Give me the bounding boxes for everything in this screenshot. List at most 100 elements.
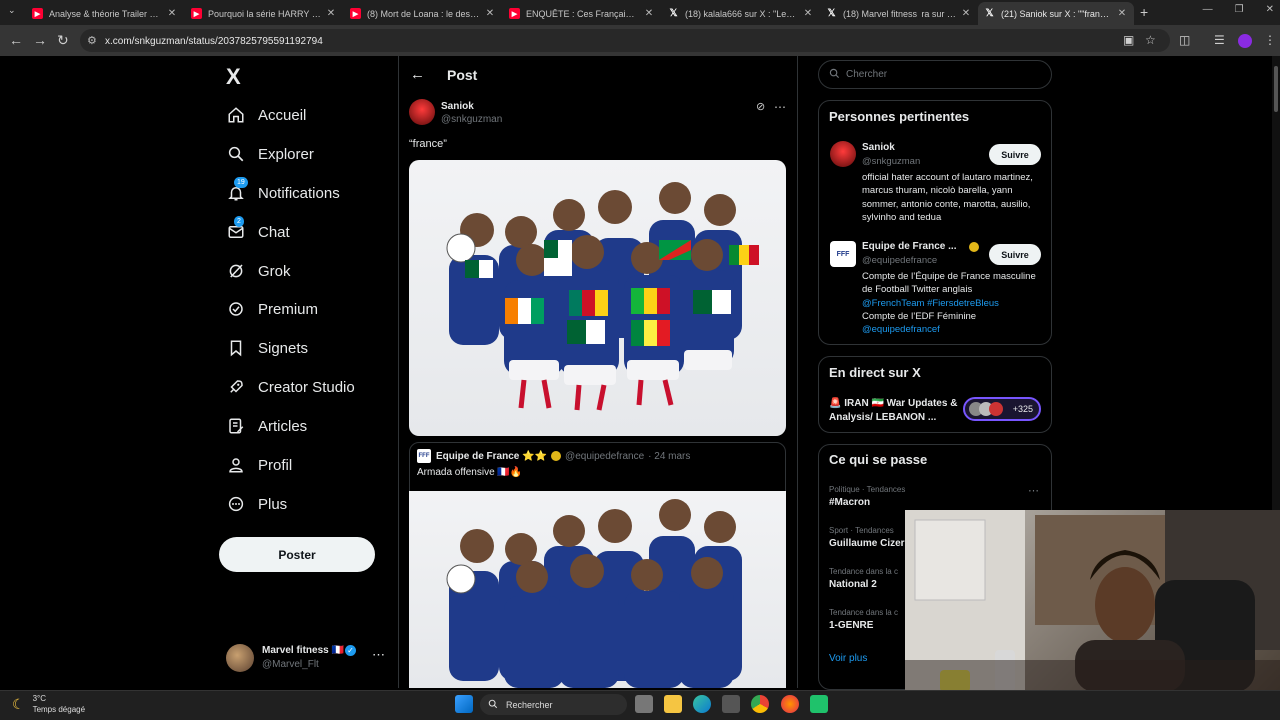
firefox-icon[interactable] [781,695,799,713]
more-dots-icon[interactable]: ⋯ [774,100,786,114]
trend-name[interactable]: #Macron [829,497,870,508]
file-explorer-icon[interactable] [664,695,682,713]
nav-label: Creator Studio [258,378,355,396]
nav-item-articles[interactable]: Articles [226,412,307,440]
menu-icon[interactable]: ⋮ [1264,33,1276,47]
nav-item-chat[interactable]: 2 Chat [226,216,290,246]
nav-item-explore[interactable]: Explorer [226,140,314,168]
nav-label: Articles [258,417,308,435]
close-window-icon[interactable]: ✕ [1266,4,1274,15]
post-text: “france” [409,138,447,150]
forward-arrow-icon[interactable]: → [33,32,47,48]
nav-item-profile[interactable]: Profil [226,451,292,479]
trend-name[interactable]: National 2 [829,579,877,590]
more-circle-icon [226,494,246,514]
weather-widget[interactable]: ☾ 3°C Temps dégagé [12,693,85,715]
browser-tab[interactable]: ▶ ENQUÊTE : Ces Français prêts à ✕ [503,2,661,25]
x-logo-icon: 𝕏 [669,8,678,19]
extensions-icon[interactable]: ◫ [1179,33,1190,47]
minimize-icon[interactable]: — [1203,4,1213,15]
more-dots-icon[interactable]: ⋯ [372,647,385,663]
tab-title: ENQUÊTE : Ces Français prêts à [526,8,639,19]
close-icon[interactable]: ✕ [166,8,178,19]
youtube-icon: ▶ [509,8,520,19]
back-arrow-icon[interactable]: ← [9,32,23,48]
restore-icon[interactable]: ❐ [1235,4,1244,15]
windows-start-icon[interactable] [455,695,473,713]
person-name[interactable]: Equipe de France ... [862,241,956,252]
window-controls: — ❐ ✕ [1203,4,1274,15]
fff-logo-icon[interactable]: FFF [830,241,856,267]
x-logo-icon[interactable]: X [226,64,241,90]
quoted-author-handle: @equipedefrance [565,450,645,462]
app-icon[interactable] [810,695,828,713]
youtube-icon: ▶ [191,8,202,19]
task-view-icon[interactable] [635,695,653,713]
tab-title: (21) Saniok sur X : ""france" htt [1001,8,1112,19]
nav-item-creator-studio[interactable]: Creator Studio [226,373,355,401]
nav-item-bookmarks[interactable]: Signets [226,334,308,362]
nav-item-more[interactable]: Plus [226,490,287,518]
follow-button[interactable]: Suivre [989,144,1041,165]
nav-item-premium[interactable]: Premium [226,295,318,323]
account-switcher[interactable]: Marvel fitness 🇫🇷 ✓ @Marvel_Flt ⋯ [226,643,386,673]
post-button[interactable]: Poster [219,537,375,572]
verified-gold-icon [969,242,979,252]
close-icon[interactable]: ✕ [484,8,496,19]
nav-item-grok[interactable]: Grok [226,257,291,285]
trend-name[interactable]: 1-GENRE [829,620,873,631]
browser-tab-active[interactable]: 𝕏 (21) Saniok sur X : ""france" htt ✕ [978,2,1134,25]
store-icon[interactable] [722,695,740,713]
url-text[interactable]: x.com/snkguzman/status/20378257955911927… [105,36,323,47]
browser-tab[interactable]: 𝕏 (18) Marvel fitness ra sur X : "D ✕ [820,2,978,25]
close-icon[interactable]: ✕ [802,8,814,19]
bio-link[interactable]: @FrenchTeam #FiersdetreBleus [862,298,999,309]
browser-tab[interactable]: ▶ Pourquoi la série HARRY POTTI ✕ [185,2,343,25]
author-name[interactable]: Saniok [441,101,474,112]
cast-icon[interactable]: ▣ [1123,33,1134,47]
trend-name[interactable]: Guillaume Cizer [829,538,905,549]
edge-icon[interactable] [693,695,711,713]
post-image[interactable] [409,160,786,436]
listener-avatar [989,402,1003,416]
close-icon[interactable]: ✕ [643,8,655,19]
tab-search-icon[interactable]: ⌄ [8,5,16,16]
youtube-icon: ▶ [350,8,361,19]
search-icon [226,144,246,164]
star-icon[interactable]: ☆ [1145,33,1156,47]
author-avatar[interactable] [409,99,435,125]
back-arrow-icon[interactable]: ← [410,66,425,83]
site-info-icon[interactable]: ⚙ [87,34,97,47]
taskbar-search[interactable]: Rechercher [480,694,627,715]
search-input[interactable]: Chercher [818,60,1052,89]
quoted-author-name[interactable]: Equipe de France ⭐⭐ [436,451,547,462]
nav-label: Notifications [258,184,340,202]
close-icon[interactable]: ✕ [325,8,337,19]
browser-tab[interactable]: ▶ (8) Mort de Loana : le destin b ✕ [344,2,502,25]
browser-tab[interactable]: ▶ Analyse & théorie Trailer 1 de l ✕ [26,2,184,25]
person-name[interactable]: Saniok [862,142,895,153]
chrome-icon[interactable] [751,695,769,713]
browser-tab[interactable]: 𝕏 (18) kalala666 sur X : "Les rapp ✕ [662,2,820,25]
close-icon[interactable]: ✕ [960,8,972,19]
team-photo-illustration [446,182,759,411]
quoted-post-image[interactable] [409,491,786,688]
bio-link[interactable]: @equipedefrancef [862,324,940,335]
more-dots-icon[interactable]: ⋯ [1028,484,1039,497]
reload-icon[interactable]: ↻ [57,32,69,49]
new-tab-button[interactable]: + [1140,4,1148,20]
live-item[interactable]: 🚨 IRAN 🇮🇷 War Updates & Analysis/ LEBANO… [829,397,959,424]
article-icon [226,416,246,436]
show-more-link[interactable]: Voir plus [829,653,867,664]
scrollbar-thumb[interactable] [1274,66,1278,112]
follow-button[interactable]: Suivre [989,244,1041,265]
person-avatar[interactable] [830,141,856,167]
nav-item-notifications[interactable]: 19 Notifications [226,177,340,207]
close-icon[interactable]: ✕ [1116,8,1128,19]
media-icon[interactable]: ☰ [1214,33,1225,47]
grok-icon[interactable]: ⊘ [756,100,765,113]
author-handle[interactable]: @snkguzman [441,114,502,125]
profile-avatar[interactable] [1238,34,1252,48]
nav-item-home[interactable]: Accueil [226,101,306,129]
live-listeners[interactable]: +325 [963,397,1041,421]
